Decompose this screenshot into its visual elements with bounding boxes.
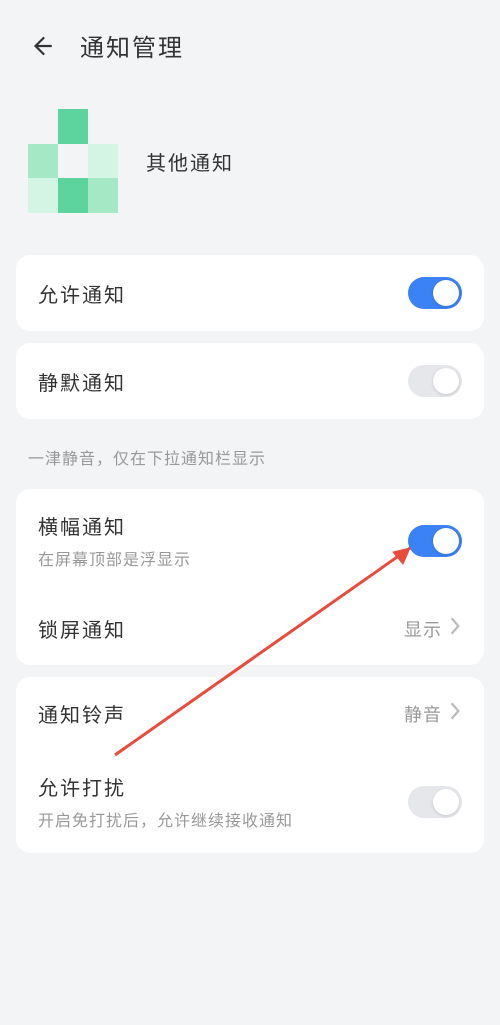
silent-label: 静默通知 xyxy=(38,367,126,396)
allow-notify-label: 允许通知 xyxy=(38,279,126,308)
lockscreen-label: 锁屏通知 xyxy=(38,614,126,643)
ringtone-label: 通知铃声 xyxy=(38,699,126,728)
allow-notify-row[interactable]: 允许通知 xyxy=(16,255,484,331)
dnd-label: 允许打扰 xyxy=(38,772,293,801)
allow-notify-card: 允许通知 xyxy=(16,255,484,331)
chevron-right-icon xyxy=(448,701,462,726)
dnd-toggle[interactable] xyxy=(408,786,462,818)
back-icon[interactable] xyxy=(28,32,56,60)
display-card: 横幅通知 在屏幕顶部是浮显示 锁屏通知 显示 xyxy=(16,489,484,665)
app-icon xyxy=(28,109,118,213)
lockscreen-row[interactable]: 锁屏通知 显示 xyxy=(16,592,484,665)
dnd-row[interactable]: 允许打扰 开启免打扰后，允许继续接收通知 xyxy=(16,750,484,853)
sound-card: 通知铃声 静音 允许打扰 开启免打扰后，允许继续接收通知 xyxy=(16,677,484,853)
banner-label: 横幅通知 xyxy=(38,511,191,540)
silent-row[interactable]: 静默通知 xyxy=(16,343,484,419)
banner-row[interactable]: 横幅通知 在屏幕顶部是浮显示 xyxy=(16,489,484,592)
banner-toggle[interactable] xyxy=(408,525,462,557)
ringtone-row[interactable]: 通知铃声 静音 xyxy=(16,677,484,750)
page-title: 通知管理 xyxy=(80,28,184,63)
allow-notify-toggle[interactable] xyxy=(408,277,462,309)
banner-desc: 在屏幕顶部是浮显示 xyxy=(38,546,191,570)
dnd-desc: 开启免打扰后，允许继续接收通知 xyxy=(38,807,293,831)
silent-card: 静默通知 xyxy=(16,343,484,419)
ringtone-value: 静音 xyxy=(404,701,442,727)
silent-hint: 一津静音，仅在下拉通知栏显示 xyxy=(0,431,500,477)
lockscreen-value: 显示 xyxy=(404,616,442,642)
header: 通知管理 xyxy=(0,0,500,87)
silent-toggle[interactable] xyxy=(408,365,462,397)
app-name-label: 其他通知 xyxy=(146,147,234,176)
app-info-row: 其他通知 xyxy=(0,87,500,243)
chevron-right-icon xyxy=(448,616,462,641)
